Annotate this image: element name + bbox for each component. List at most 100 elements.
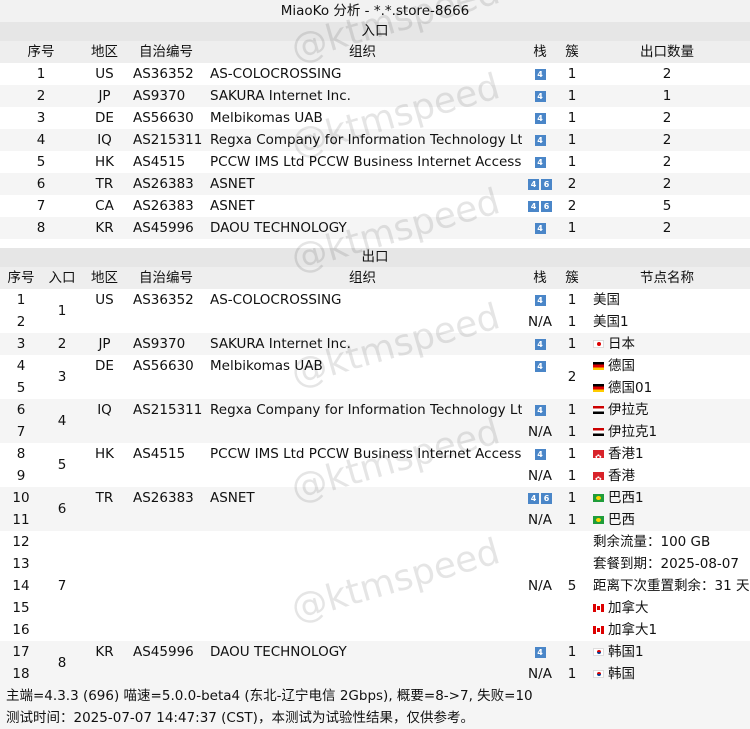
outbound-header-org: 组织: [349, 270, 376, 286]
inbound-header-org: 组织: [349, 44, 376, 60]
outbound-header-stack: 栈: [533, 270, 547, 286]
outbound-idx: 8: [16, 446, 26, 462]
outbound-entry: 7: [57, 578, 67, 594]
inbound-idx: 7: [36, 198, 46, 214]
inbound-idx: 3: [36, 110, 46, 126]
outbound-asn: AS26383: [133, 490, 194, 506]
flag-de-icon: [593, 362, 604, 370]
flag-iq-icon: [593, 406, 604, 414]
outbound-stack: 4: [520, 443, 560, 465]
outbound-cluster: 1: [567, 490, 577, 506]
outbound-org: ASNET: [210, 490, 255, 506]
inbound-region: IQ: [97, 132, 112, 148]
outbound-node-name: 剩余流量：100 GB: [593, 531, 750, 553]
node-name-text: 剩余流量：100 GB: [593, 534, 711, 550]
outbound-header-idx: 序号: [7, 270, 35, 286]
footer-version-line: 主端=4.3.3 (696) 喵速=5.0.0-beta4 (东北-辽宁电信 2…: [0, 685, 750, 707]
outbound-entry: 6: [57, 501, 67, 517]
outbound-node-name: 香港: [593, 465, 750, 487]
inbound-header-idx: 序号: [27, 44, 55, 60]
node-name-text: 加拿大1: [608, 622, 658, 638]
outbound-idx: 18: [12, 666, 30, 682]
table-row: 1 US AS36352 AS-COLOCROSSING 4 1 2: [0, 63, 750, 85]
inbound-stack: 4: [520, 85, 560, 107]
ipv4-badge: 4: [534, 222, 546, 234]
outbound-node-name: 德国: [593, 355, 750, 377]
outbound-node-name: 距离下次重置剩余：31 天: [593, 575, 750, 597]
outbound-cluster: 1: [567, 336, 577, 352]
outbound-header-cluster: 簇: [565, 270, 579, 286]
outbound-region: TR: [95, 490, 114, 506]
outbound-entry: 2: [57, 336, 67, 352]
outbound-idx: 15: [12, 600, 30, 616]
inbound-org: SAKURA Internet Inc.: [210, 88, 351, 104]
table-row: 6 TR AS26383 ASNET 4 6 2 2: [0, 173, 750, 195]
ipv4-badge: 4: [534, 68, 546, 80]
node-name-text: 距离下次重置剩余：31 天: [593, 578, 750, 594]
outbound-node-name: 韩国1: [593, 641, 750, 663]
outbound-section-title: 出口: [0, 248, 750, 267]
outbound-stack: 4: [520, 641, 560, 663]
inbound-region: DE: [95, 110, 114, 126]
outbound-idx: 4: [16, 358, 26, 374]
inbound-region: CA: [95, 198, 114, 214]
inbound-cluster: 1: [567, 110, 577, 126]
outbound-entry: 8: [57, 655, 67, 671]
outbound-stack: 4: [520, 289, 560, 311]
outbound-idx: 5: [16, 380, 26, 396]
outbound-header-entry: 入口: [48, 270, 76, 286]
outbound-asn: AS9370: [133, 336, 186, 352]
ipv4-badge: 4: [534, 646, 546, 658]
ipv4-badge: 4: [528, 200, 539, 212]
table-row: 2 JP AS9370 SAKURA Internet Inc. 4 1 1: [0, 85, 750, 107]
node-name-text: 韩国1: [608, 644, 644, 660]
flag-hk-icon: [593, 469, 604, 487]
outbound-node-name: 韩国: [593, 663, 750, 685]
outbound-org: DAOU TECHNOLOGY: [210, 644, 347, 660]
inbound-stack: 4: [520, 63, 560, 85]
flag-ca-icon: [593, 604, 604, 612]
outbound-node-name: 加拿大1: [593, 619, 750, 641]
flag-de-icon: [593, 384, 604, 392]
outbound-table: 1 4 1 美国 2 N/A 1 美国1 3 4 1 日本 4 4 德国 5 德国01 6 4 1 伊拉克 7 N/A 1 伊拉…: [0, 289, 750, 685]
inbound-asn: AS4515: [133, 154, 186, 170]
inbound-asn: AS36352: [133, 66, 194, 82]
ipv4-badge: 4: [534, 360, 546, 372]
outbound-idx: 12: [12, 534, 30, 550]
flag-br-icon: [593, 494, 604, 502]
outbound-idx: 9: [16, 468, 26, 484]
inbound-cluster: 2: [567, 198, 577, 214]
flag-iq-icon: [593, 428, 604, 436]
outbound-header-node: 节点名称: [640, 270, 694, 286]
outbound-idx: 3: [16, 336, 26, 352]
outbound-cluster: 5: [567, 578, 577, 594]
outbound-stack: 46: [520, 487, 560, 509]
node-name-text: 日本: [608, 336, 635, 352]
outbound-entry: 5: [57, 457, 67, 473]
outbound-idx: 6: [16, 402, 26, 418]
inbound-region: TR: [95, 176, 114, 192]
inbound-org: AS-COLOCROSSING: [210, 66, 342, 82]
ipv4-badge: 4: [534, 294, 546, 306]
inbound-idx: 8: [36, 220, 46, 236]
inbound-stack: 4: [520, 107, 560, 129]
inbound-asn: AS26383: [133, 198, 194, 214]
ipv4-badge: 4: [534, 134, 546, 146]
page-title: MiaoKo 分析 - *.*.store-8666: [0, 0, 750, 22]
inbound-count: 1: [662, 88, 672, 104]
flag-ca-icon: [593, 626, 604, 634]
inbound-org: Melbikomas UAB: [210, 110, 323, 126]
outbound-idx: 11: [12, 512, 30, 528]
ipv4-badge: 4: [534, 90, 546, 102]
flag-jp-icon: [593, 340, 604, 348]
outbound-stack-na: N/A: [528, 314, 552, 330]
outbound-stack: 4: [520, 399, 560, 421]
inbound-section-title: 入口: [0, 22, 750, 41]
ipv4-badge: 4: [528, 492, 539, 504]
inbound-region: HK: [94, 154, 114, 170]
outbound-header-row: 序号 入口 地区 自治编号 组织 栈 簇 节点名称: [0, 267, 750, 289]
inbound-count: 2: [662, 176, 672, 192]
outbound-node-name: 香港1: [593, 443, 750, 465]
outbound-header-region: 地区: [91, 270, 118, 286]
node-name-text: 美国1: [593, 314, 629, 330]
